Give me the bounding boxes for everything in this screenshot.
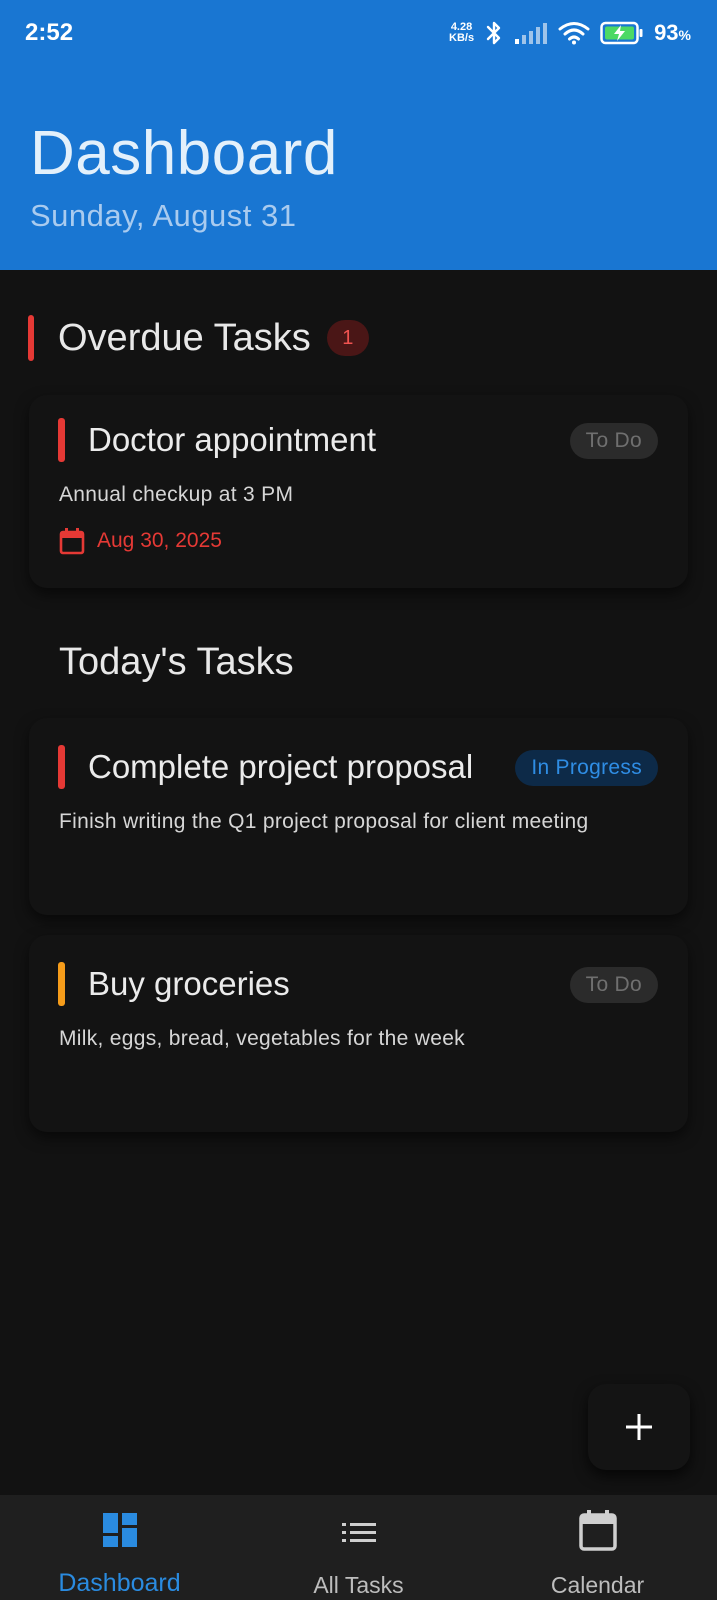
task-description: Milk, eggs, bread, vegetables for the we… bbox=[59, 1027, 465, 1050]
task-description: Finish writing the Q1 project proposal f… bbox=[59, 810, 589, 833]
status-bar: 2:52 4.28 KB/s 93% bbox=[0, 0, 717, 66]
task-due-date: Aug 30, 2025 bbox=[97, 529, 222, 552]
status-chip: To Do bbox=[569, 423, 658, 459]
dashboard-icon bbox=[102, 1513, 137, 1547]
task-card-overdue-0[interactable]: Doctor appointment To Do Annual checkup … bbox=[29, 395, 688, 588]
nav-item-all-tasks[interactable]: All Tasks bbox=[239, 1495, 478, 1600]
add-task-button[interactable] bbox=[588, 1384, 690, 1470]
calendar-icon bbox=[578, 1510, 617, 1551]
task-card-today-1[interactable]: Buy groceries To Do Milk, eggs, bread, v… bbox=[29, 935, 688, 1132]
battery-percent: 93% bbox=[654, 20, 691, 45]
overdue-section-header: Overdue Tasks 1 bbox=[28, 315, 369, 361]
wifi-icon bbox=[558, 22, 590, 45]
due-date-row: Aug 30, 2025 bbox=[59, 527, 222, 555]
header: 2:52 4.28 KB/s 93% Dashboard Sunday, Aug… bbox=[0, 0, 717, 270]
task-title: Buy groceries bbox=[88, 965, 290, 1002]
status-chip: In Progress bbox=[515, 750, 658, 786]
bottom-navigation: Dashboard All Tasks Calendar bbox=[0, 1495, 717, 1600]
nav-label: Dashboard bbox=[58, 1569, 181, 1597]
list-icon bbox=[341, 1523, 376, 1542]
nav-label: All Tasks bbox=[313, 1572, 404, 1598]
priority-indicator bbox=[58, 418, 65, 462]
task-description: Annual checkup at 3 PM bbox=[59, 483, 294, 506]
battery-charging-icon bbox=[600, 21, 643, 45]
task-card-today-0[interactable]: Complete project proposal In Progress Fi… bbox=[29, 718, 688, 915]
calendar-icon bbox=[59, 528, 85, 555]
nav-label: Calendar bbox=[550, 1572, 645, 1598]
nav-item-calendar[interactable]: Calendar bbox=[478, 1495, 717, 1600]
priority-indicator bbox=[58, 962, 65, 1006]
signal-icon bbox=[515, 23, 548, 44]
bluetooth-icon bbox=[486, 21, 501, 45]
network-speed: 4.28 KB/s bbox=[449, 22, 474, 44]
overdue-section-title: Overdue Tasks bbox=[58, 316, 311, 359]
network-speed-unit: KB/s bbox=[449, 32, 475, 44]
task-title: Doctor appointment bbox=[88, 421, 376, 458]
status-chip: To Do bbox=[569, 967, 658, 1003]
overdue-accent-bar bbox=[28, 315, 34, 361]
status-icons: 4.28 KB/s 93% bbox=[449, 18, 691, 48]
plus-icon bbox=[626, 1414, 652, 1440]
page-date: Sunday, August 31 bbox=[30, 198, 297, 233]
today-section-title: Today's Tasks bbox=[59, 641, 294, 683]
page-title: Dashboard bbox=[30, 119, 338, 188]
overdue-count-badge: 1 bbox=[326, 320, 369, 356]
priority-indicator bbox=[58, 745, 65, 789]
nav-item-dashboard[interactable]: Dashboard bbox=[0, 1495, 239, 1600]
app-screen: 2:52 4.28 KB/s 93% Dashboard Sunday, Aug… bbox=[0, 0, 717, 1600]
status-time: 2:52 bbox=[25, 19, 74, 46]
task-title: Complete project proposal bbox=[88, 748, 474, 785]
